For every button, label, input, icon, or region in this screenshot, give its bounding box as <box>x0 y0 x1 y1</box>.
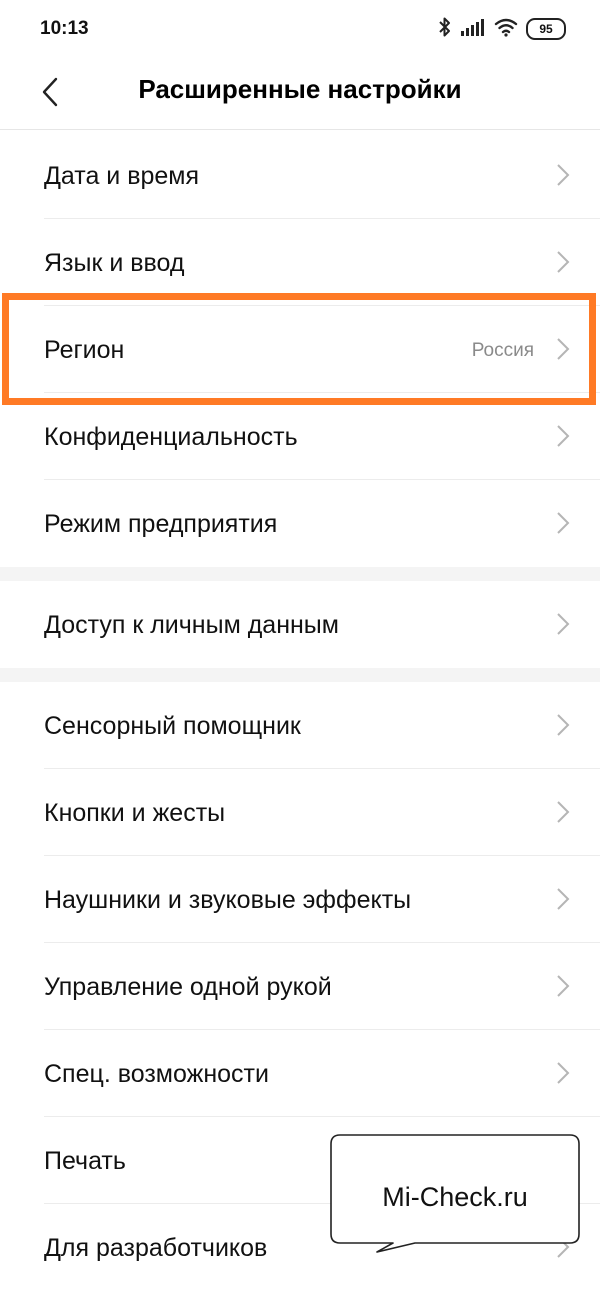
settings-item-accessibility[interactable]: Спец. возможности <box>0 1030 600 1117</box>
settings-item-label: Регион <box>44 336 125 364</box>
chevron-right-icon <box>557 164 570 186</box>
chevron-right-icon <box>557 714 570 736</box>
battery-icon: 95 <box>526 18 566 40</box>
settings-item-label: Спец. возможности <box>44 1060 269 1088</box>
settings-item-personal-data-access[interactable]: Доступ к личным данным <box>0 581 600 668</box>
chevron-right-icon <box>557 613 570 635</box>
chevron-right-icon <box>557 251 570 273</box>
signal-icon <box>460 17 486 42</box>
settings-item-label: Язык и ввод <box>44 249 185 277</box>
settings-item-label: Доступ к личным данным <box>44 611 339 639</box>
status-icons: 95 <box>438 16 566 42</box>
settings-item-privacy[interactable]: Конфиденциальность <box>0 393 600 480</box>
chevron-right-icon <box>557 975 570 997</box>
chevron-right-icon <box>557 888 570 910</box>
settings-item-language-input[interactable]: Язык и ввод <box>0 219 600 306</box>
app-header: Расширенные настройки <box>0 58 600 130</box>
settings-item-label: Дата и время <box>44 162 200 190</box>
section-divider <box>0 668 600 682</box>
settings-item-label: Режим предприятия <box>44 510 278 538</box>
page-title: Расширенные настройки <box>138 74 462 104</box>
chevron-right-icon <box>557 1062 570 1084</box>
watermark-bubble: Mi-Check.ru <box>330 1134 580 1254</box>
settings-item-label: Для разработчиков <box>44 1234 268 1262</box>
settings-item-label: Сенсорный помощник <box>44 712 301 740</box>
settings-list: Дата и время Язык и ввод Регион Россия К… <box>0 132 600 1291</box>
settings-item-label: Конфиденциальность <box>44 423 298 451</box>
chevron-right-icon <box>557 425 570 447</box>
status-bar: 10:13 95 <box>0 0 600 58</box>
bluetooth-icon <box>438 16 452 43</box>
section-divider <box>0 567 600 581</box>
status-time: 10:13 <box>40 18 89 39</box>
settings-item-label: Кнопки и жесты <box>44 799 226 827</box>
settings-item-label: Печать <box>44 1147 126 1175</box>
settings-item-buttons-gestures[interactable]: Кнопки и жесты <box>0 769 600 856</box>
settings-item-headphones-sound-effects[interactable]: Наушники и звуковые эффекты <box>0 856 600 943</box>
settings-item-one-handed-mode[interactable]: Управление одной рукой <box>0 943 600 1030</box>
chevron-right-icon <box>557 338 570 360</box>
settings-item-label: Управление одной рукой <box>44 973 332 1001</box>
region-value: Россия <box>471 340 534 361</box>
settings-item-touch-assistant[interactable]: Сенсорный помощник <box>0 682 600 769</box>
chevron-right-icon <box>557 801 570 823</box>
settings-item-date-time[interactable]: Дата и время <box>0 132 600 219</box>
settings-item-region[interactable]: Регион Россия <box>0 306 600 393</box>
wifi-icon <box>494 17 518 42</box>
settings-item-enterprise-mode[interactable]: Режим предприятия <box>0 480 600 567</box>
settings-item-label: Наушники и звуковые эффекты <box>44 886 412 914</box>
chevron-right-icon <box>557 512 570 534</box>
watermark-text: Mi-Check.ru <box>382 1182 528 1212</box>
